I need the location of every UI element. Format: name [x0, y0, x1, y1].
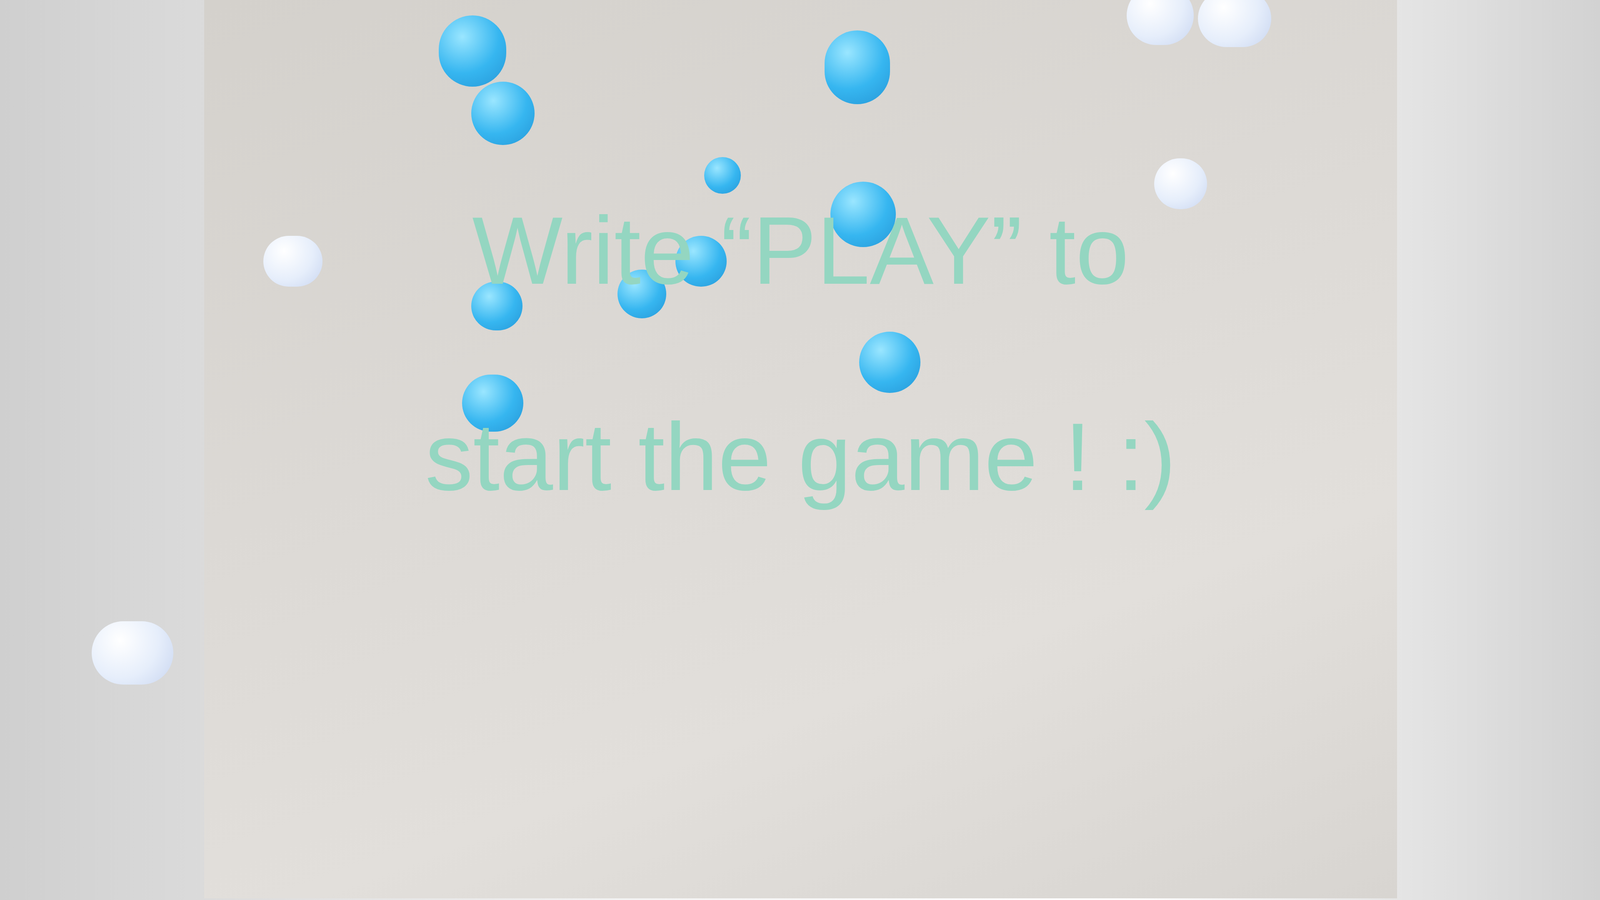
bubble-icon[interactable]	[824, 30, 890, 104]
bubble-icon[interactable]	[471, 81, 535, 145]
prompt-line: Write “PLAY” to	[472, 195, 1129, 307]
bubble-icon[interactable]	[1197, 0, 1272, 48]
bubble-icon[interactable]	[704, 157, 741, 194]
bubble-icon[interactable]	[438, 15, 507, 87]
bubble-icon[interactable]	[263, 235, 323, 287]
bubble-icon[interactable]	[859, 331, 921, 393]
game-screen: Write “PLAY” to start the game ! :)	[0, 0, 1600, 900]
right-margin	[1397, 0, 1600, 900]
bubble-icon[interactable]	[91, 621, 174, 685]
left-margin	[0, 0, 205, 900]
bubble-icon[interactable]	[1154, 158, 1208, 210]
camera-feed: Write “PLAY” to start the game ! :)	[204, 0, 1398, 899]
prompt-line: start the game ! :)	[425, 402, 1176, 513]
